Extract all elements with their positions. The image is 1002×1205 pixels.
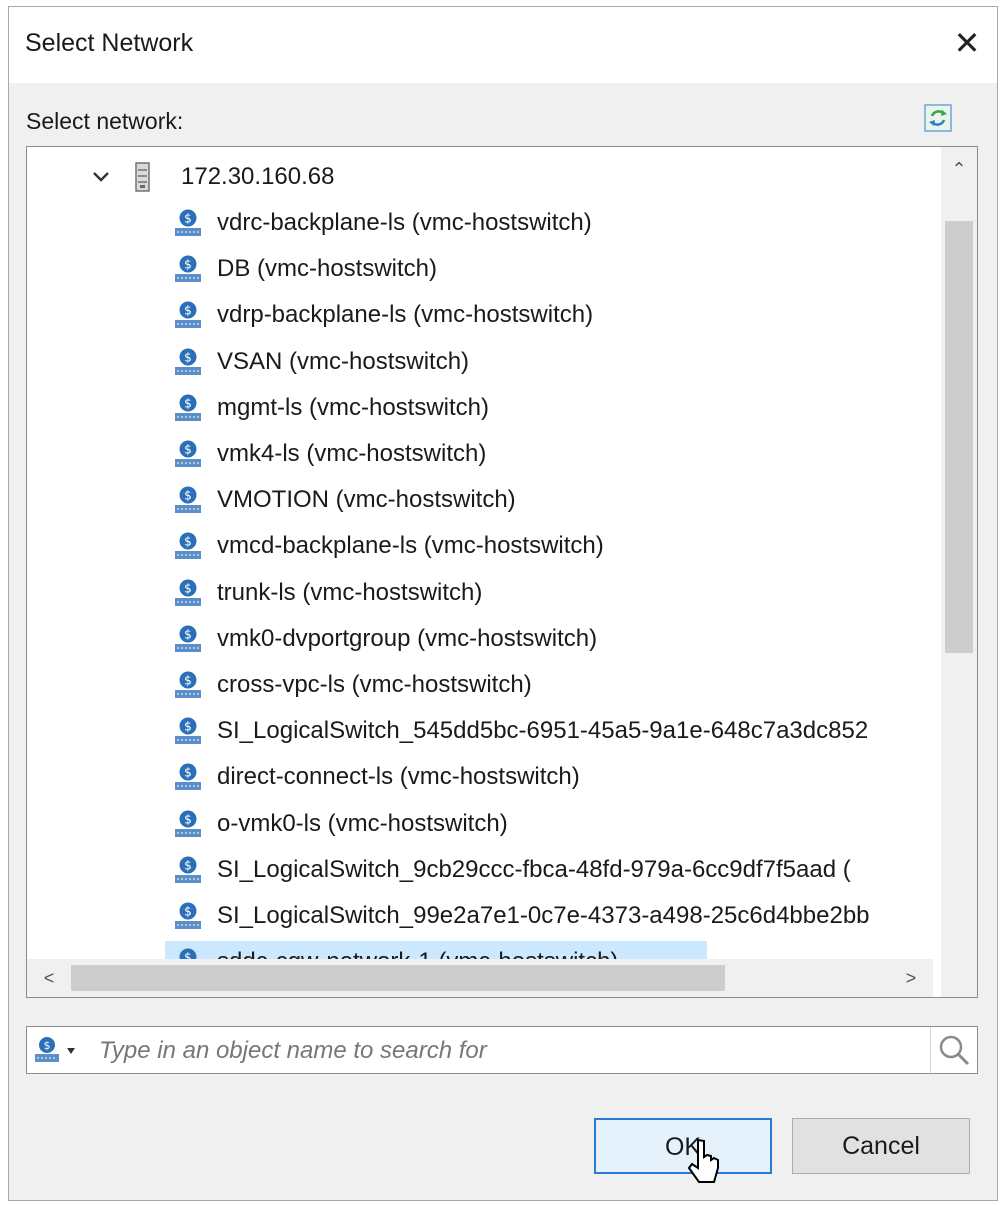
network-label: cross-vpc-ls (vmc-hostswitch) xyxy=(217,671,532,698)
network-portgroup-icon: $ xyxy=(175,255,201,283)
scroll-left-icon[interactable]: < xyxy=(31,959,67,997)
network-portgroup-icon: $ xyxy=(175,856,201,883)
network-label: DB (vmc-hostswitch) xyxy=(217,255,438,283)
vertical-scroll-thumb[interactable] xyxy=(945,221,973,653)
vertical-scrollbar[interactable]: ⌃ ⌄ xyxy=(941,147,977,987)
close-icon[interactable]: ✕ xyxy=(945,21,989,65)
dialog-title: Select Network xyxy=(25,29,194,57)
tree-network-item[interactable]: $ SI_LogicalSwitch_99e2a7e1-0c7e-4373-a49… xyxy=(27,894,927,938)
cancel-button[interactable]: Cancel xyxy=(792,1118,970,1174)
host-label: 172.30.160.68 xyxy=(181,163,335,190)
svg-text:$: $ xyxy=(184,535,192,549)
network-label: SI_LogicalSwitch_9cb29ccc-fbca-48fd-979a… xyxy=(217,855,851,883)
svg-text:$: $ xyxy=(184,674,192,688)
network-label: vmcd-backplane-ls (vmc-hostswitch) xyxy=(217,532,604,560)
tree-network-item[interactable]: $ mgmt-ls (vmc-hostswitch) xyxy=(27,386,927,430)
network-label: trunk-ls (vmc-hostswitch) xyxy=(217,578,483,606)
network-portgroup-icon: $ xyxy=(175,902,201,929)
network-portgroup-icon: $ xyxy=(175,625,201,652)
tree-network-item[interactable]: $ vmk4-ls (vmc-hostswitch) xyxy=(27,432,927,476)
network-portgroup-icon: $ xyxy=(175,394,201,421)
scrollbar-corner xyxy=(941,959,977,997)
network-portgroup-icon: $ xyxy=(175,440,201,467)
tree-network-item[interactable]: $ vmcd-backplane-ls (vmc-hostswitch) xyxy=(27,524,927,568)
network-label: vmk0-dvportgroup (vmc-hostswitch) xyxy=(217,624,598,652)
network-portgroup-icon: $ xyxy=(175,532,201,560)
tree-network-item[interactable]: $ cross-vpc-ls (vmc-hostswitch) xyxy=(27,663,927,707)
svg-text:$: $ xyxy=(184,350,192,364)
svg-text:$: $ xyxy=(184,720,192,734)
network-portgroup-icon: $ xyxy=(175,810,201,837)
tree-network-item[interactable]: $ DB (vmc-hostswitch) xyxy=(27,247,927,291)
network-label: VMOTION (vmc-hostswitch) xyxy=(217,486,516,514)
tree-content: 172.30.160.68 $ vdrc-backplane-ls (vmc-ho… xyxy=(27,147,933,987)
tree-network-item[interactable]: $ VMOTION (vmc-hostswitch) xyxy=(27,478,927,522)
network-portgroup-icon: $ xyxy=(175,348,201,375)
tree-network-item[interactable]: $ o-vmk0-ls (vmc-hostswitch) xyxy=(27,802,927,846)
network-label: vdrp-backplane-ls (vmc-hostswitch) xyxy=(217,301,594,329)
server-icon xyxy=(135,162,150,192)
network-label: o-vmk0-ls (vmc-hostswitch) xyxy=(217,809,508,837)
network-label: vdrc-backplane-ls (vmc-hostswitch) xyxy=(217,209,592,236)
svg-text:$: $ xyxy=(184,766,192,780)
svg-text:$: $ xyxy=(184,627,192,641)
svg-text:$: $ xyxy=(184,304,192,318)
network-label: VSAN (vmc-hostswitch) xyxy=(217,347,470,375)
network-label: mgmt-ls (vmc-hostswitch) xyxy=(217,393,490,421)
search-icon[interactable] xyxy=(930,1027,977,1073)
network-portgroup-icon: $ xyxy=(175,717,201,745)
svg-text:$: $ xyxy=(184,489,192,503)
select-network-label: Select network: xyxy=(26,108,184,134)
refresh-icon[interactable] xyxy=(924,104,952,132)
network-label: SI_LogicalSwitch_545dd5bc-6951-45a5-9a1e… xyxy=(217,717,869,745)
tree-network-item[interactable]: $ SI_LogicalSwitch_9cb29ccc-fbca-48fd-979… xyxy=(27,848,927,892)
network-portgroup-icon: $ xyxy=(175,209,201,236)
network-label: SI_LogicalSwitch_99e2a7e1-0c7e-4373-a498… xyxy=(217,902,870,929)
tree-network-item[interactable]: $ VSAN (vmc-hostswitch) xyxy=(27,340,927,384)
svg-text:$: $ xyxy=(184,443,192,457)
svg-text:$: $ xyxy=(184,858,192,872)
tree-network-item[interactable]: $ direct-connect-ls (vmc-hostswitch) xyxy=(27,755,927,799)
svg-text:$: $ xyxy=(44,1039,51,1052)
horizontal-scrollbar[interactable]: < > xyxy=(27,959,933,997)
tree-network-item[interactable]: $ vdrp-backplane-ls (vmc-hostswitch) xyxy=(27,293,927,337)
mouse-cursor-icon xyxy=(688,1138,719,1183)
title-bar: Select Network ✕ xyxy=(9,7,997,83)
network-portgroup-icon: $ xyxy=(175,763,201,791)
network-tree: 172.30.160.68 $ vdrc-backplane-ls (vmc-ho… xyxy=(26,146,978,998)
network-portgroup-icon: $ xyxy=(175,671,201,698)
object-type-dropdown-icon[interactable]: $ xyxy=(33,1035,89,1067)
scroll-right-icon[interactable]: > xyxy=(893,959,929,997)
tree-host-node[interactable]: 172.30.160.68 xyxy=(27,155,887,199)
network-portgroup-icon: $ xyxy=(175,486,201,514)
tree-network-item[interactable]: $ trunk-ls (vmc-hostswitch) xyxy=(27,571,927,615)
tree-network-item[interactable]: $ vmk0-dvportgroup (vmc-hostswitch) xyxy=(27,617,927,661)
chevron-down-icon[interactable] xyxy=(91,167,111,187)
network-label: vmk4-ls (vmc-hostswitch) xyxy=(217,440,487,467)
search-input[interactable] xyxy=(97,1031,901,1071)
horizontal-scroll-thumb[interactable] xyxy=(71,965,725,991)
scroll-up-icon[interactable]: ⌃ xyxy=(941,149,977,189)
network-portgroup-icon: $ xyxy=(175,301,201,329)
tree-network-item[interactable]: $ SI_LogicalSwitch_545dd5bc-6951-45a5-9a1… xyxy=(27,709,927,753)
network-portgroup-icon: $ xyxy=(175,579,201,606)
svg-text:$: $ xyxy=(184,581,192,595)
network-label: direct-connect-ls (vmc-hostswitch) xyxy=(217,763,580,791)
svg-text:$: $ xyxy=(184,396,192,410)
svg-text:$: $ xyxy=(184,258,192,272)
svg-text:$: $ xyxy=(184,812,192,826)
ok-button[interactable]: OK xyxy=(594,1118,772,1174)
tree-network-item[interactable]: $ vdrc-backplane-ls (vmc-hostswitch) xyxy=(27,201,927,245)
svg-text:$: $ xyxy=(184,212,192,226)
svg-text:$: $ xyxy=(184,905,192,919)
search-box: $ xyxy=(26,1026,978,1074)
